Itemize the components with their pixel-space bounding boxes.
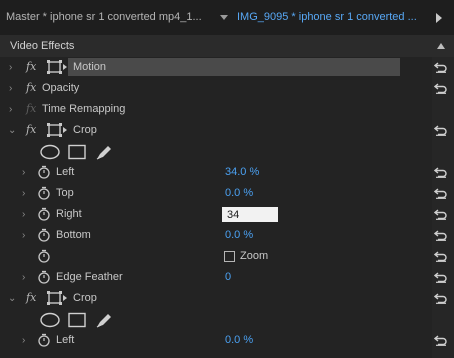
mask-tools-row-2 <box>0 309 432 330</box>
tab-master-clip[interactable]: Master * iphone sr 1 converted mp4_1... <box>6 0 216 35</box>
fx-toggle[interactable]: fx <box>26 123 36 136</box>
effect-label-opacity: Opacity <box>42 82 80 94</box>
chevron-right-icon[interactable]: › <box>9 104 12 115</box>
param-row-bottom: › Bottom 0.0 % <box>0 225 432 246</box>
transform-icon <box>47 60 67 74</box>
param-label-bottom: Bottom <box>56 229 91 241</box>
chevron-right-icon[interactable]: › <box>22 209 25 220</box>
param-value-left-2[interactable]: 0.0 % <box>225 334 253 346</box>
reset-icon[interactable] <box>434 208 448 220</box>
fx-toggle[interactable]: fx <box>26 291 36 304</box>
motion-highlight-bar <box>68 58 400 76</box>
effect-label-motion: Motion <box>73 61 107 73</box>
effect-row-crop-2[interactable]: ⌄ fx Crop <box>0 288 432 309</box>
stopwatch-icon[interactable] <box>38 333 50 347</box>
param-label-left-2: Left <box>56 334 75 346</box>
reset-icon[interactable] <box>434 250 448 262</box>
param-value-top[interactable]: 0.0 % <box>225 187 253 199</box>
reset-icon[interactable] <box>434 229 448 241</box>
reset-icon[interactable] <box>434 166 448 178</box>
scroll-up-icon[interactable] <box>437 43 445 49</box>
chevron-down-icon[interactable] <box>220 15 228 20</box>
chevron-right-icon[interactable]: › <box>22 272 25 283</box>
fx-toggle[interactable]: fx <box>26 60 36 73</box>
zoom-checkbox[interactable] <box>224 251 235 262</box>
stopwatch-icon[interactable] <box>38 228 50 242</box>
zoom-label: Zoom <box>240 250 269 262</box>
effect-label-crop: Crop <box>73 124 97 136</box>
chevron-right-icon[interactable]: › <box>22 188 25 199</box>
reset-icon[interactable] <box>434 61 448 73</box>
ellipse-mask-icon[interactable] <box>40 144 60 160</box>
stopwatch-icon[interactable] <box>38 186 50 200</box>
mask-tools <box>40 144 111 160</box>
effect-label-time-remapping: Time Remapping <box>42 103 126 115</box>
reset-icon[interactable] <box>434 124 448 136</box>
param-input-right[interactable] <box>222 207 278 222</box>
play-next-icon[interactable] <box>436 13 442 23</box>
tab-active-clip[interactable]: IMG_9095 * iphone sr 1 converted ... <box>237 0 422 35</box>
stopwatch-icon[interactable] <box>38 270 50 284</box>
reset-icon[interactable] <box>434 271 448 283</box>
chevron-right-icon[interactable]: › <box>22 335 25 346</box>
stopwatch-icon[interactable] <box>38 165 50 179</box>
param-label-right: Right <box>56 208 82 220</box>
effect-row-motion[interactable]: › fx Motion <box>0 57 432 78</box>
effect-label-crop-2: Crop <box>73 292 97 304</box>
reset-icon[interactable] <box>434 292 448 304</box>
param-row-edge-feather: › Edge Feather 0 <box>0 267 432 288</box>
param-value-bottom[interactable]: 0.0 % <box>225 229 253 241</box>
param-row-left-2: › Left 0.0 % <box>0 330 432 351</box>
chevron-right-icon[interactable]: › <box>22 167 25 178</box>
section-title: Video Effects <box>10 40 75 52</box>
param-row-right: › Right <box>0 204 432 225</box>
chevron-right-icon[interactable]: › <box>22 230 25 241</box>
param-label-top: Top <box>56 187 74 199</box>
panel-header: Master * iphone sr 1 converted mp4_1... … <box>0 0 454 35</box>
param-row-zoom: Zoom <box>0 246 432 267</box>
fx-toggle[interactable]: fx <box>26 81 36 94</box>
reset-icon[interactable] <box>434 82 448 94</box>
param-label-left: Left <box>56 166 75 178</box>
fx-toggle-disabled: fx <box>26 102 37 115</box>
rectangle-mask-icon[interactable] <box>68 144 86 160</box>
effect-row-time-remapping[interactable]: › fx Time Remapping <box>0 99 432 120</box>
reset-icon[interactable] <box>434 334 448 346</box>
mask-tools <box>40 312 111 328</box>
param-value-edge-feather[interactable]: 0 <box>225 271 231 283</box>
chevron-down-icon[interactable]: ⌄ <box>8 293 16 304</box>
stopwatch-icon[interactable] <box>38 249 50 263</box>
chevron-down-icon[interactable]: ⌄ <box>8 125 16 136</box>
stopwatch-icon[interactable] <box>38 207 50 221</box>
transform-icon <box>47 123 67 137</box>
param-value-left[interactable]: 34.0 % <box>225 166 259 178</box>
chevron-right-icon[interactable]: › <box>9 83 12 94</box>
chevron-right-icon[interactable]: › <box>9 62 12 73</box>
video-effects-header: Video Effects <box>0 35 454 57</box>
effect-row-opacity[interactable]: › fx Opacity <box>0 78 432 99</box>
transform-icon <box>47 291 67 305</box>
param-row-top: › Top 0.0 % <box>0 183 432 204</box>
reset-icon[interactable] <box>434 187 448 199</box>
rectangle-mask-icon[interactable] <box>68 312 86 328</box>
param-label-edge-feather: Edge Feather <box>56 271 123 283</box>
pen-mask-icon[interactable] <box>96 314 111 328</box>
param-row-left: › Left 34.0 % <box>0 162 432 183</box>
effect-row-crop[interactable]: ⌄ fx Crop <box>0 120 432 141</box>
pen-mask-icon[interactable] <box>96 146 111 160</box>
ellipse-mask-icon[interactable] <box>40 312 60 328</box>
mask-tools-row <box>0 141 432 162</box>
